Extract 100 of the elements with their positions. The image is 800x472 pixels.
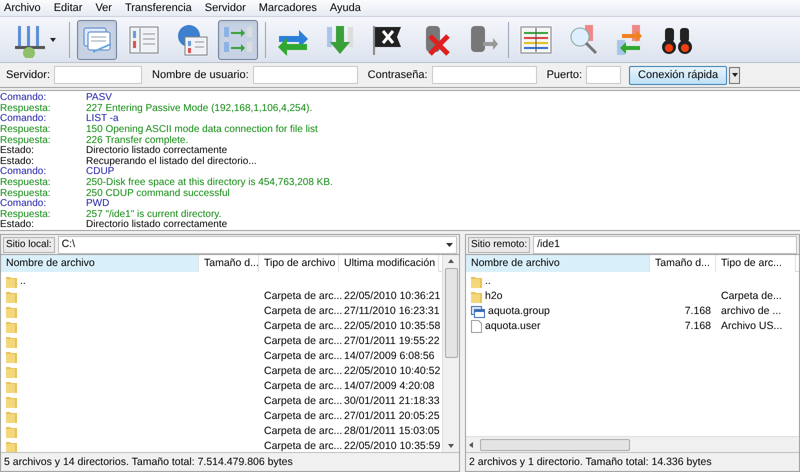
log-message: 150 Opening ASCII mode data connection for file list [86, 125, 318, 136]
dropdown-arrow-icon [732, 73, 738, 77]
table-cell-text: 22/05/2010 10:40:52 [344, 364, 440, 379]
log-message: LIST -a [86, 114, 119, 124]
table-cell-text: Carpeta de arc... [264, 334, 342, 349]
window-icon [471, 306, 485, 318]
table-cell-text: Carpeta de arc... [264, 348, 342, 364]
table-cell-text: 7.168 [684, 318, 711, 334]
column-header[interactable]: Nombre de archivo [1, 255, 199, 272]
folder-icon [6, 276, 17, 288]
field-label: Contraseña: [368, 68, 428, 83]
column-header[interactable]: Tipo de arc... [716, 255, 796, 272]
folder-icon [6, 366, 17, 378]
input-field[interactable] [432, 66, 537, 84]
folder-icon [6, 350, 17, 362]
input-field[interactable] [252, 66, 358, 84]
log-label: Respuesta: [0, 125, 52, 136]
field-label: Nombre de usuario: [152, 68, 249, 83]
folder-icon [6, 290, 17, 302]
log-message: 250-Disk free space at this directory is 454,763,208 KB. [86, 178, 333, 188]
log-message: 227 Entering Passive Mode (192,168,1,106,4,254). [86, 104, 312, 114]
log-message: CDUP [86, 167, 114, 178]
file-name[interactable]: aquota.user [485, 318, 540, 334]
log-message: 250 CDUP command successful [86, 188, 230, 199]
table-cell-text: 22/05/2010 10:35:59 [344, 438, 440, 454]
table-cell-text: Carpeta de... [721, 288, 782, 304]
dropdown-arrow-icon [50, 38, 56, 42]
table-cell-text: 14/07/2009 6:08:56 [344, 348, 435, 364]
log-label: Comando: [0, 93, 48, 104]
table-cell-text: 22/05/2010 10:36:21 [344, 288, 440, 304]
table-cell-text: Carpeta de arc... [264, 394, 342, 409]
log-label: Estado: [0, 220, 34, 230]
table-cell-text: Carpeta de arc... [264, 364, 342, 379]
vertical-scrollbar[interactable] [442, 255, 459, 452]
menu-item[interactable]: Transferencia [124, 0, 192, 16]
folder-icon [471, 290, 482, 302]
column-header[interactable]: Tamaño d... [650, 255, 716, 272]
quick-connect-button[interactable]: Conexión rápida [629, 66, 728, 84]
file-name[interactable]: aquota.group [488, 304, 550, 320]
table-cell-text: 28/01/2011 15:03:05 [344, 424, 440, 439]
column-header[interactable]: Ultima modificación [339, 255, 439, 272]
field-label: Servidor: [6, 68, 50, 83]
log-message: PWD [86, 199, 110, 210]
file-icon [471, 320, 482, 333]
table-cell-text: archivo de ... [721, 304, 782, 319]
log-label: Respuesta: [0, 210, 52, 220]
log-label: Comando: [0, 114, 46, 124]
table-cell-text: 30/01/2011 21:18:33 [344, 394, 440, 409]
folder-icon [6, 440, 17, 452]
path-field[interactable]: C:\ [58, 236, 457, 254]
log-label: Respuesta: [0, 104, 52, 114]
table-cell-text: Carpeta de arc... [264, 378, 342, 394]
menu-item[interactable]: Archivo [4, 0, 41, 16]
log-label: Comando: [0, 199, 46, 210]
menu-item[interactable]: Editar [54, 0, 82, 16]
table-cell-text: 27/01/2011 19:55:22 [344, 334, 440, 349]
table-cell-text: Archivo US... [721, 318, 782, 334]
menu-item[interactable]: Ver [95, 0, 112, 16]
menu-item[interactable]: Marcadores [258, 0, 317, 16]
file-name[interactable]: .. [485, 274, 491, 290]
folder-icon [6, 396, 17, 408]
input-field[interactable] [586, 66, 622, 84]
table-cell-text: 14/07/2009 4:20:08 [344, 378, 435, 394]
table-cell-text: Carpeta de arc... [264, 288, 342, 304]
column-header[interactable]: Nombre de archivo [466, 255, 650, 272]
log-label: Estado: [0, 146, 34, 156]
folder-icon [6, 306, 17, 318]
column-header[interactable]: Tipo de archivo [259, 255, 339, 272]
path-field[interactable]: /ide1 [533, 236, 797, 254]
menu-item[interactable]: Ayuda [330, 0, 361, 16]
log-message: PASV [86, 93, 112, 104]
folder-icon [471, 276, 482, 288]
log-label: Respuesta: [0, 188, 52, 199]
log-label: Respuesta: [0, 136, 52, 146]
table-cell-text: 7.168 [684, 304, 711, 319]
log-label: Estado: [0, 156, 34, 167]
table-cell-text: Carpeta de arc... [264, 304, 342, 319]
horizontal-scrollbar[interactable] [466, 436, 799, 452]
site-label: Sitio remoto: [468, 236, 530, 252]
folder-icon [6, 410, 17, 422]
log-message: Directorio listado correctamente [86, 220, 228, 230]
log-message: 226 Transfer complete. [86, 136, 188, 146]
log-label: Respuesta: [0, 178, 52, 188]
table-cell-text: Carpeta de arc... [264, 424, 342, 439]
log-message: 257 "/ide1" is current directory. [86, 210, 222, 220]
folder-icon [6, 336, 17, 348]
table-cell-text: Carpeta de arc... [264, 438, 342, 454]
log-message: Directorio listado correctamente [86, 146, 228, 156]
field-label: Puerto: [546, 68, 582, 83]
input-field[interactable] [54, 66, 142, 84]
table-cell-text: 27/11/2010 16:23:31 [344, 304, 440, 319]
file-name[interactable]: h2o [485, 288, 503, 304]
log-message: Recuperando el listado del directorio... [86, 156, 257, 167]
menu-item[interactable]: Servidor [204, 0, 246, 16]
folder-icon [6, 320, 17, 332]
column-header[interactable]: Tamaño d... [199, 255, 259, 272]
table-cell-text: 27/01/2011 20:05:25 [344, 408, 440, 424]
file-name[interactable]: .. [20, 274, 26, 290]
table-cell-text: Carpeta de arc... [264, 408, 342, 424]
dropdown-button[interactable] [729, 66, 740, 84]
